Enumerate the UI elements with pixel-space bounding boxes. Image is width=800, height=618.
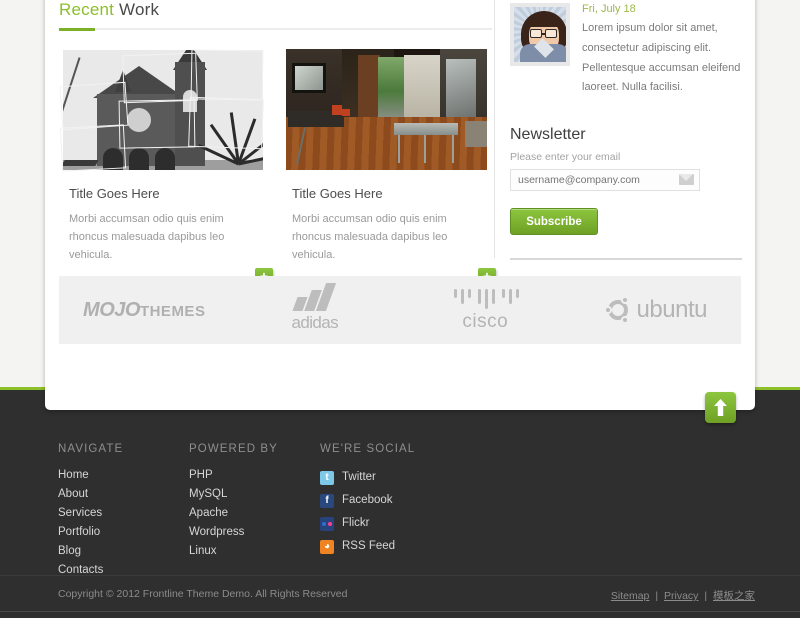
portfolio-card-title: Title Goes Here [292, 186, 383, 201]
subscribe-button[interactable]: Subscribe [510, 208, 598, 236]
legal-links: Sitemap | Privacy | 模板之家 [611, 588, 755, 603]
social-link-facebook[interactable]: f Facebook [320, 489, 460, 512]
mojo-themes-logo-word2: THEMES [139, 302, 206, 320]
footer-link-list: Home About Services Portfolio Blog Conta… [58, 466, 189, 580]
rss-icon: ◕ [320, 539, 334, 554]
portfolio-thumbnail[interactable] [59, 44, 268, 174]
footer-link-portfolio[interactable]: Portfolio [58, 523, 189, 542]
content-panel: Recent Work Title Goes Here Morbi accums… [45, 0, 755, 410]
newsletter-title: Newsletter [510, 126, 586, 144]
footer-column-powered-by: POWERED BY PHP MySQL Apache Wordpress Li… [189, 443, 320, 580]
adidas-logo-word: adidas [291, 312, 339, 332]
envelope-icon [679, 174, 694, 186]
social-link-list: t Twitter f Facebook Flickr ◕ RSS Feed [320, 466, 460, 558]
footer-link-about[interactable]: About [58, 485, 189, 504]
content-row: Recent Work Title Goes Here Morbi accums… [45, 0, 755, 287]
copyright-text: Copyright © 2012 Frontline Theme Demo. A… [58, 588, 348, 600]
footer-column-heading: WE'RE SOCIAL [320, 443, 416, 455]
social-link-twitter[interactable]: t Twitter [320, 466, 460, 489]
interior-room-photo [286, 49, 487, 170]
sitemap-link[interactable]: Sitemap [611, 590, 650, 602]
portfolio-card-list: Title Goes Here Morbi accumsan odio quis… [59, 44, 509, 287]
social-link-rss[interactable]: ◕ RSS Feed [320, 535, 460, 558]
footer-link-home[interactable]: Home [58, 466, 189, 485]
newsletter-label: Please enter your email [510, 151, 621, 164]
page-title-highlight: Recent [59, 0, 115, 19]
footer-link-blog[interactable]: Blog [58, 542, 189, 561]
social-link-label: Twitter [342, 471, 376, 483]
news-item: Fri, July 18 Lorem ipsum dolor sit amet,… [510, 0, 742, 98]
legal-separator-2: | [704, 590, 708, 602]
news-item-date: Fri, July 18 [582, 3, 636, 15]
facebook-icon: f [320, 493, 334, 508]
mojo-themes-logo-word1: MOJO [83, 298, 140, 321]
column-divider [494, 0, 495, 258]
social-link-flickr[interactable]: Flickr [320, 512, 460, 535]
client-logo-band: MOJOTHEMES adidas cisco ubuntu [59, 276, 741, 344]
footer-link-mysql[interactable]: MySQL [189, 485, 320, 504]
page-title-rest: Work [114, 0, 160, 19]
footer-column-navigate: NAVIGATE Home About Services Portfolio B… [58, 443, 189, 580]
church-bw-collage-photo [59, 44, 268, 174]
client-logo-ubuntu[interactable]: ubuntu [571, 296, 742, 324]
social-link-label: Facebook [342, 494, 393, 506]
footer-link-wordpress[interactable]: Wordpress [189, 523, 320, 542]
ubuntu-logo: ubuntu [571, 296, 742, 324]
footer-link-services[interactable]: Services [58, 504, 189, 523]
page-title: Recent Work [59, 0, 509, 28]
client-logo-adidas[interactable]: adidas [230, 282, 401, 336]
footer-link-php[interactable]: PHP [189, 466, 320, 485]
portfolio-card-description: Morbi accumsan odio quis enim rhoncus ma… [292, 213, 448, 262]
newsletter-email-input[interactable] [510, 169, 700, 192]
template-source-link[interactable]: 模板之家 [713, 590, 755, 602]
client-logo-mojo-themes[interactable]: MOJOTHEMES [59, 299, 230, 322]
privacy-link[interactable]: Privacy [664, 590, 698, 602]
ubuntu-logo-word: ubuntu [636, 296, 708, 323]
ubuntu-mark-icon [603, 296, 631, 324]
footer-link-linux[interactable]: Linux [189, 542, 320, 561]
recent-work-section: Recent Work Title Goes Here Morbi accums… [59, 0, 509, 287]
cisco-logo: cisco [440, 285, 530, 332]
social-link-label: RSS Feed [342, 540, 396, 552]
portfolio-card-title: Title Goes Here [69, 186, 160, 201]
footer-link-apache[interactable]: Apache [189, 504, 320, 523]
arrow-up-icon [714, 399, 727, 416]
footer-link-list: PHP MySQL Apache Wordpress Linux [189, 466, 320, 561]
portfolio-card[interactable]: Title Goes Here Morbi accumsan odio quis… [59, 44, 273, 287]
scroll-to-top-button[interactable] [705, 392, 736, 423]
sidebar-bottom-rule [510, 258, 742, 260]
client-logo-cisco[interactable]: cisco [400, 285, 571, 336]
footer-hairline [0, 611, 800, 612]
footer-column-heading: NAVIGATE [58, 443, 124, 455]
twitter-icon: t [320, 470, 334, 485]
woman-with-glasses-avatar [510, 3, 570, 66]
sidebar: Fri, July 18 Lorem ipsum dolor sit amet,… [510, 0, 742, 236]
legal-separator-1: | [655, 590, 659, 602]
cisco-logo-word: cisco [462, 310, 509, 332]
portfolio-card[interactable]: Title Goes Here Morbi accumsan odio quis… [282, 44, 496, 287]
footer-column-heading: POWERED BY [189, 443, 278, 455]
portfolio-thumbnail[interactable] [282, 44, 491, 174]
adidas-logo: adidas [277, 282, 353, 332]
flickr-icon [320, 516, 334, 531]
footer-column-social: WE'RE SOCIAL t Twitter f Facebook Flickr [320, 443, 460, 580]
footer-bottom-bar: Copyright © 2012 Frontline Theme Demo. A… [0, 575, 800, 615]
newsletter-input-wrap [510, 169, 700, 192]
social-link-label: Flickr [342, 517, 370, 529]
footer-columns: NAVIGATE Home About Services Portfolio B… [58, 443, 460, 580]
mojo-themes-logo: MOJOTHEMES [83, 299, 205, 321]
news-item-body: Fri, July 18 Lorem ipsum dolor sit amet,… [582, 3, 742, 98]
title-underline [59, 28, 492, 31]
portfolio-card-description: Morbi accumsan odio quis enim rhoncus ma… [69, 213, 225, 262]
newsletter-form: Newsletter Please enter your email Subsc… [510, 126, 742, 236]
news-item-text: Lorem ipsum dolor sit amet, consectetur … [582, 22, 741, 94]
